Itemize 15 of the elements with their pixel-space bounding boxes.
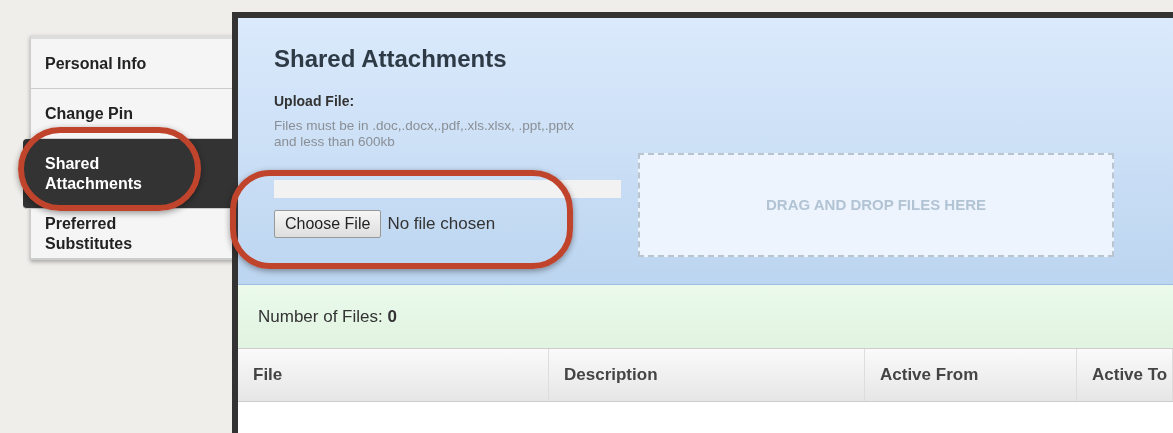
column-header[interactable]: Active To <box>1077 349 1173 401</box>
file-status: No file chosen <box>387 213 496 236</box>
upload-label: Upload File: <box>274 92 356 110</box>
column-header[interactable]: File <box>238 349 549 401</box>
help-text: Files must be in .doc,.docx,.pdf,.xls.xlsx, .ppt,.pptx and less than 600kb <box>274 118 576 150</box>
sidebar-item[interactable]: Preferred Substitutes <box>31 209 234 259</box>
sidebar-item[interactable]: Shared Attachments <box>23 139 234 209</box>
drop-zone-text: DRAG AND DROP FILES HERE <box>766 194 986 215</box>
sidebar-item[interactable]: Change Pin <box>31 89 234 139</box>
panel-title: Shared Attachments <box>274 44 508 74</box>
column-header[interactable]: Description <box>549 349 865 401</box>
file-count: Number of Files: 0 <box>258 305 397 328</box>
choose-file-button[interactable]: Choose File <box>274 210 382 238</box>
column-header[interactable]: Active From <box>865 349 1077 401</box>
sidebar-item[interactable]: Personal Info <box>31 39 234 89</box>
